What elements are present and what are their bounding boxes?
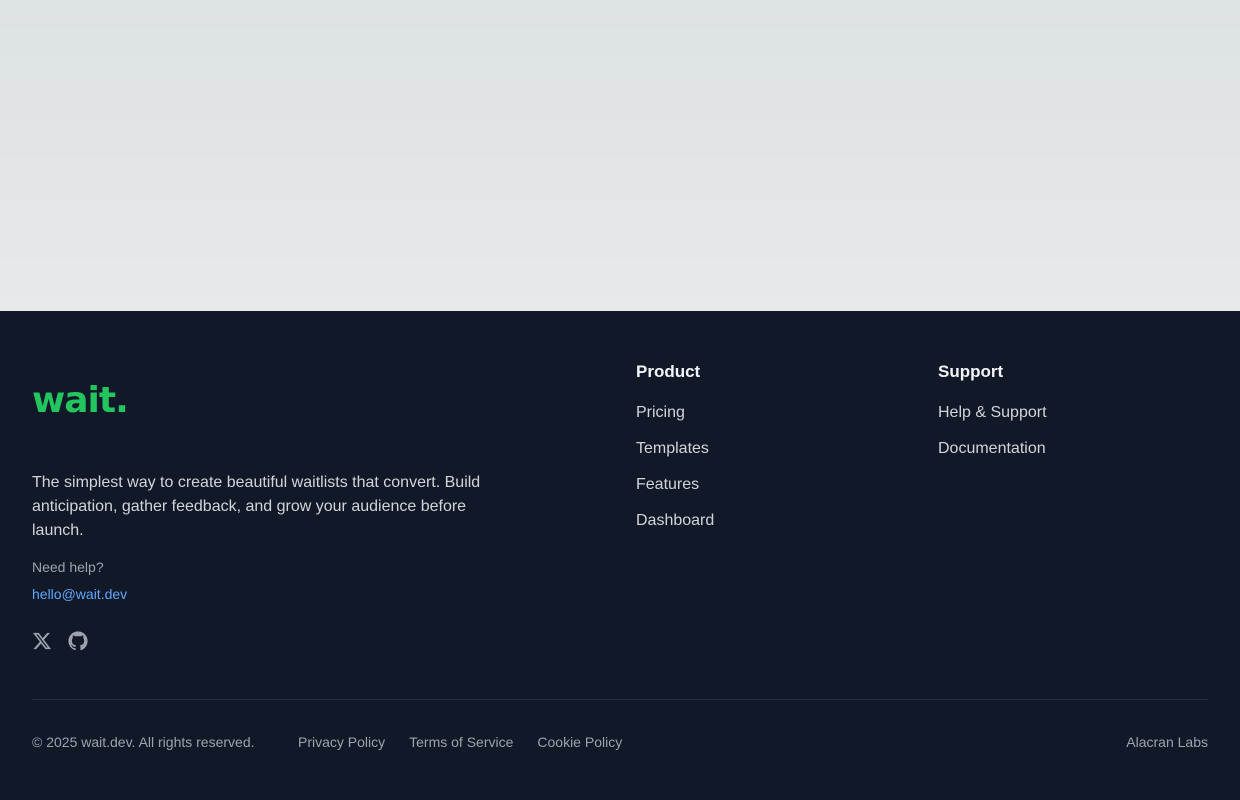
link-features[interactable]: Features [636,476,714,512]
link-pricing[interactable]: Pricing [636,404,714,440]
link-terms-of-service[interactable]: Terms of Service [409,734,513,750]
link-templates[interactable]: Templates [636,440,714,476]
footer-bottom-bar: © 2025 wait.dev. All rights reserved. Pr… [32,734,1208,754]
link-documentation[interactable]: Documentation [938,440,1047,476]
credit-link[interactable]: Alacran Labs [1126,734,1208,750]
legal-links: Privacy Policy Terms of Service Cookie P… [298,734,622,750]
support-links: Help & Support Documentation [938,404,1047,476]
product-column-title: Product [636,362,701,381]
copyright-text: © 2025 wait.dev. All rights reserved. [32,734,255,750]
support-column: Support Help & Support Documentation [938,362,1047,476]
footer-divider [32,699,1208,700]
link-cookie-policy[interactable]: Cookie Policy [537,734,622,750]
hero-section [0,0,1240,311]
brand-tagline: The simplest way to create beautiful wai… [32,474,481,539]
link-privacy-policy[interactable]: Privacy Policy [298,734,385,750]
support-email-link[interactable]: hello@wait.dev [32,586,127,602]
link-dashboard[interactable]: Dashboard [636,512,714,548]
support-column-title: Support [938,362,1004,381]
brand-logo[interactable]: wait. [32,383,129,419]
github-icon[interactable] [68,631,88,651]
link-help-support[interactable]: Help & Support [938,404,1047,440]
product-column: Product Pricing Templates Features Dashb… [636,362,714,548]
x-icon[interactable] [32,631,52,651]
site-footer: wait. The simplest way to create beautif… [0,311,1240,800]
social-links [32,631,88,651]
need-help-label: Need help? [32,559,104,575]
product-links: Pricing Templates Features Dashboard [636,404,714,548]
